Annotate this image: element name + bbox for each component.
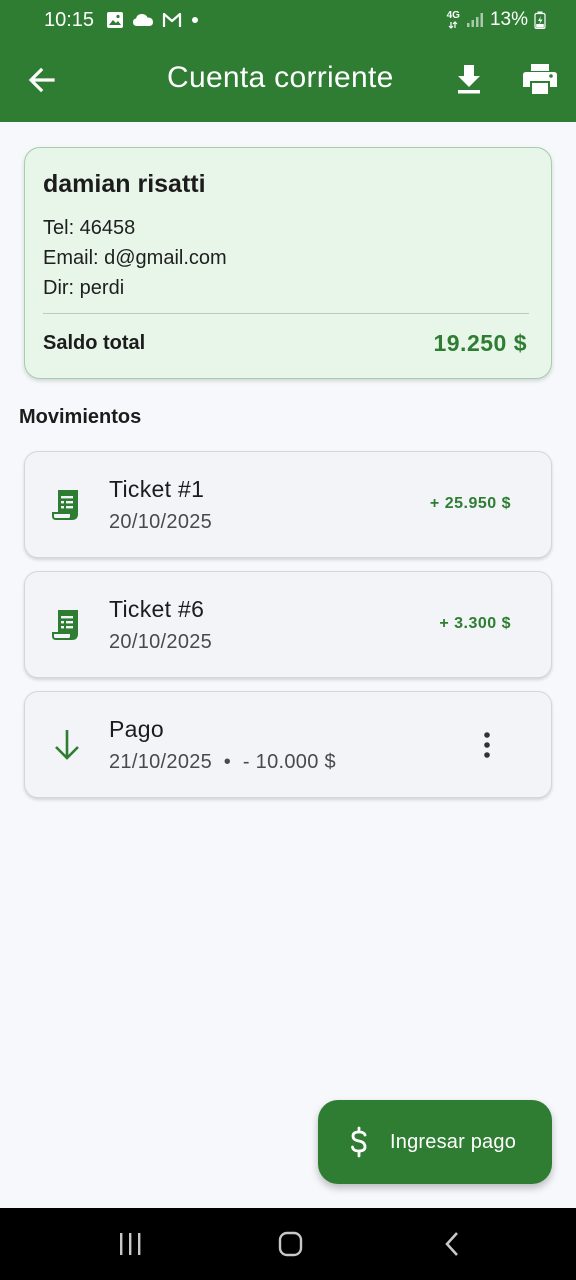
movement-title: Ticket #1: [109, 476, 205, 502]
movement-subtitle: 21/10/2025 • - 10.000 $: [109, 751, 336, 773]
client-email: Email: d@gmail.com: [43, 247, 227, 269]
movement-item-ticket-6[interactable]: Ticket #6 20/10/2025 + 3.300 $: [24, 571, 552, 678]
battery-charging-icon: [534, 11, 546, 29]
divider: [43, 313, 529, 314]
cloud-icon: [132, 12, 154, 28]
system-nav-bar: [0, 1208, 576, 1280]
receipt-icon: [51, 608, 83, 642]
back-nav-icon[interactable]: [442, 1230, 462, 1263]
client-name: damian risatti: [43, 170, 206, 198]
movements-title: Movimientos: [19, 406, 142, 428]
network-indicator: 4G: [447, 11, 460, 29]
recent-apps-icon[interactable]: [118, 1230, 142, 1263]
movement-item-ticket-1[interactable]: Ticket #1 20/10/2025 + 25.950 $: [24, 451, 552, 558]
print-icon[interactable]: [522, 62, 558, 96]
battery-percent: 13%: [489, 9, 528, 30]
movement-date: 20/10/2025: [109, 511, 213, 533]
movement-amount: + 25.950 $: [429, 495, 511, 512]
saldo-label: Saldo total: [43, 332, 146, 354]
fab-label: Ingresar pago: [390, 1131, 517, 1153]
signal-icon: [466, 12, 484, 28]
receipt-icon: [51, 488, 83, 522]
status-time: 10:15: [44, 8, 95, 31]
more-vert-icon[interactable]: [481, 730, 493, 760]
client-address: Dir: perdi: [43, 277, 125, 299]
movement-title: Pago: [109, 716, 164, 742]
ingresar-pago-button[interactable]: Ingresar pago: [318, 1100, 552, 1184]
back-arrow-icon[interactable]: [26, 64, 58, 96]
saldo-value: 19.250 $: [433, 330, 527, 356]
status-bar: 10:15 4G 13%: [0, 0, 576, 40]
saldo-row: Saldo total 19.250 $: [43, 330, 533, 357]
home-icon[interactable]: [278, 1230, 304, 1263]
dollar-icon: [348, 1126, 370, 1158]
movement-amount: + 3.300 $: [439, 615, 511, 632]
gallery-icon: [106, 11, 124, 29]
page-title: Cuenta corriente: [167, 61, 394, 94]
dot-icon: [190, 15, 200, 25]
app-bar: Cuenta corriente: [0, 40, 576, 122]
client-card: damian risatti Tel: 46458 Email: d@gmail…: [24, 147, 552, 379]
download-icon[interactable]: [452, 62, 486, 96]
movement-date: 20/10/2025: [109, 631, 213, 653]
gmail-icon: [162, 12, 182, 28]
client-phone: Tel: 46458: [43, 217, 136, 239]
arrow-down-icon: [51, 728, 83, 762]
movement-title: Ticket #6: [109, 596, 205, 622]
movement-item-pago[interactable]: Pago 21/10/2025 • - 10.000 $: [24, 691, 552, 798]
